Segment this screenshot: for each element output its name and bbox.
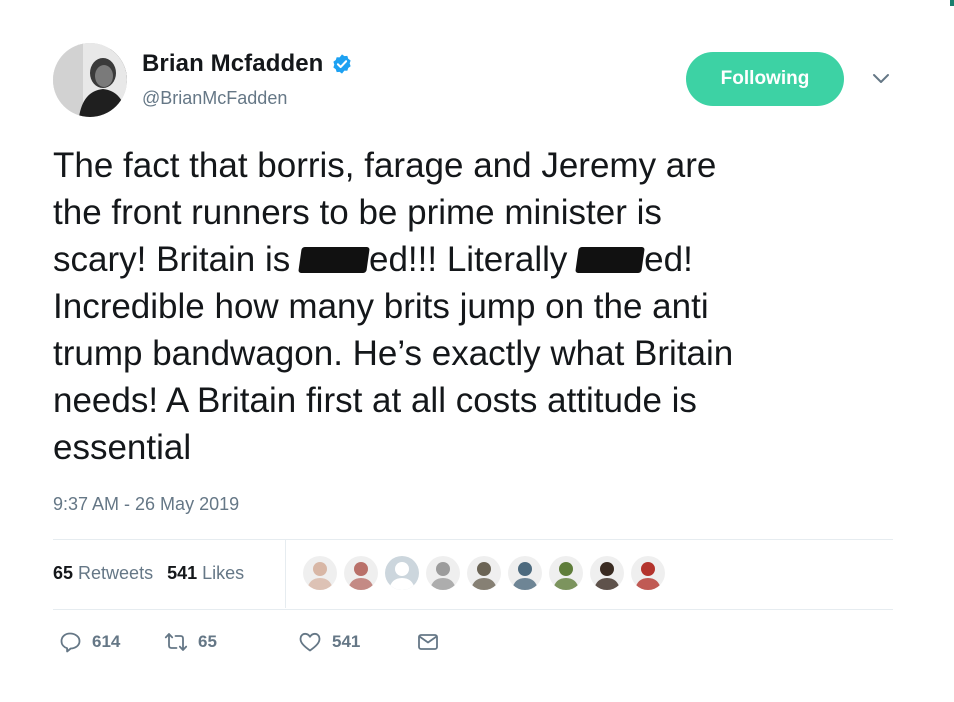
default-avatar-icon[interactable] [384,555,420,591]
tweet-line-segment: ed! [644,240,693,279]
author-name-row: Brian Mcfadden [142,50,353,78]
author-avatar[interactable] [53,43,127,117]
retweet-action[interactable]: 65 [164,630,298,654]
chevron-down-icon[interactable] [872,72,890,86]
liker-avatars [302,555,666,591]
retweets-label: Retweets [78,563,154,583]
retweets-count: 65 [53,563,74,583]
tweet-line: Incredible how many brits jump on the an… [53,287,709,326]
tweet-actions: 614 65 541 [58,630,450,654]
author-handle[interactable]: @BrianMcFadden [142,88,287,109]
like-action[interactable]: 541 [298,630,416,654]
likes-count: 541 [167,563,198,583]
heart-icon [299,632,321,652]
liker-avatar[interactable] [589,555,625,591]
liker-avatar[interactable] [302,555,338,591]
stats-separator [285,540,286,608]
tweet-line: the front runners to be prime minister i… [53,193,662,232]
likes-stat[interactable]: 541 Likes [167,563,244,584]
tweet-line: needs! A Britain first at all costs atti… [53,381,697,420]
reply-count: 614 [92,632,121,651]
redaction-mark [298,247,370,273]
tweet-line: The fact that borris, farage and Jeremy … [53,146,717,185]
tweet-line-segment: scary! Britain is [53,240,300,279]
liker-avatar[interactable] [466,555,502,591]
retweet-count: 65 [198,632,217,651]
tweet-line: essential [53,428,192,467]
engagement-stats: 65 Retweets 541 Likes [53,563,244,584]
corner-mark [950,0,954,6]
retweets-stat[interactable]: 65 Retweets [53,563,153,584]
likes-label: Likes [202,563,245,583]
reply-icon [60,632,81,653]
tweet-timestamp[interactable]: 9:37 AM - 26 May 2019 [53,494,239,515]
tweet-line-segment: ed!!! Literally [369,240,578,279]
liker-avatar[interactable] [343,555,379,591]
tweet-line: scary! Britain is ed!!! Literally ed! [53,236,913,283]
tweet-text: The fact that borris, farage and Jeremy … [53,142,913,471]
liker-avatar[interactable] [425,555,461,591]
reply-action[interactable]: 614 [58,630,164,654]
retweet-icon [164,633,188,651]
divider [53,539,893,540]
divider [53,609,893,610]
direct-message-action[interactable] [416,630,450,654]
liker-avatar[interactable] [630,555,666,591]
verified-badge-icon [333,54,352,74]
author-display-name[interactable]: Brian Mcfadden [142,50,323,78]
following-button[interactable]: Following [686,52,844,106]
tweet-line: trump bandwagon. He’s exactly what Brita… [53,334,734,373]
liker-avatar[interactable] [507,555,543,591]
liker-avatar[interactable] [548,555,584,591]
like-count: 541 [332,632,361,651]
envelope-icon [418,634,438,650]
redaction-mark [575,247,645,273]
